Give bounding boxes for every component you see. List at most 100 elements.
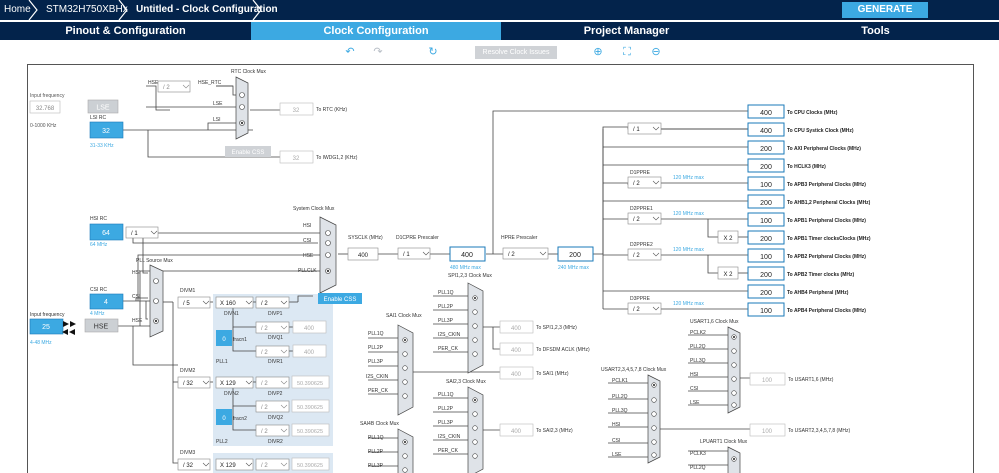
divr2-value: / 2 (261, 429, 268, 435)
d1cpre-value: / 1 (403, 252, 410, 258)
spi123-input-label: PLL1Q (438, 290, 454, 296)
apb1-timer-label: To APB1 Timer clocksClocks (MHz) (787, 236, 871, 242)
usart16-clock-mux[interactable] (727, 326, 741, 414)
fit-to-screen-icon[interactable]: ⛶ (621, 46, 633, 58)
spi123-input-label: PLL2P (438, 304, 454, 310)
usart2-radio[interactable] (651, 439, 657, 445)
usart2-input-label: LSE (612, 452, 622, 458)
sai1-radio[interactable] (402, 379, 408, 385)
breadcrumb-home[interactable]: Home (4, 0, 31, 20)
input-frequency-bottom-label: Input frequency (30, 312, 65, 318)
sai23-radio[interactable] (472, 411, 478, 417)
divr1-output-value: 400 (304, 350, 315, 356)
sysmux-radio[interactable] (325, 230, 331, 236)
divp1-value: / 2 (261, 301, 268, 307)
breadcrumb-mcu[interactable]: STM32H750XBHx (46, 0, 128, 20)
usart2-radio[interactable] (651, 425, 657, 431)
divp1-label: DIVP1 (268, 311, 283, 317)
divr1-label: DIVR1 (268, 359, 283, 365)
pllsrc-radio[interactable] (153, 298, 159, 304)
sai23-output-value: 400 (511, 429, 522, 435)
usart2-radio[interactable] (651, 397, 657, 403)
spi123-radio[interactable] (472, 309, 478, 315)
spi123-output-value: 400 (511, 326, 522, 332)
divq2-value: / 2 (261, 405, 268, 411)
spi123-radio[interactable] (472, 323, 478, 329)
divp2-output-value: 50.390625 (297, 381, 323, 387)
sai1-radio[interactable] (402, 365, 408, 371)
sai4b-selected-dot (403, 440, 407, 444)
zoom-in-icon[interactable]: ⊕ (592, 46, 604, 58)
sai23-radio[interactable] (472, 425, 478, 431)
usart2-radio[interactable] (651, 452, 657, 458)
divm2-label: DIVM2 (180, 368, 196, 374)
cpu-clocks-label: To CPU Clocks (MHz) (787, 110, 838, 116)
pll-source-mux-title: PLL Source Mux (136, 258, 173, 264)
apb2-timer-value: 200 (760, 272, 772, 279)
spi123-mux-title: SPI1,2,3 Clock Mux (448, 273, 492, 279)
tab-tools[interactable]: Tools (752, 22, 999, 40)
sai1-radio[interactable] (402, 351, 408, 357)
pllsrc-selected-dot (154, 319, 158, 323)
usart2-inputs: PCLK1 PLL2Q PLL3Q HSI CSI LSE (612, 378, 628, 458)
fracn1-label: fracn1 (233, 337, 247, 343)
sai4b-radio[interactable] (402, 453, 408, 459)
usart16-radio[interactable] (731, 362, 737, 368)
iwdg-output-label: To IWDG1,2 (KHz) (316, 155, 358, 161)
lsi-range: 31-33 KHz (90, 143, 114, 149)
chevron-right-icon (28, 0, 38, 20)
lpuart-input-label: PCLK3 (690, 451, 706, 457)
systick-value: 400 (760, 128, 772, 135)
usart16-radio[interactable] (731, 390, 737, 396)
usart16-radio[interactable] (731, 348, 737, 354)
sysmux-radio[interactable] (325, 252, 331, 258)
hpre-value: / 2 (508, 252, 515, 258)
usart16-output-value: 100 (762, 378, 773, 384)
pllsrc-radio[interactable] (153, 278, 159, 284)
usart2-output-label: To USART2,3,4,5,7,8 (MHz) (788, 428, 850, 434)
rtc-hse-rtc-label: HSE_RTC (198, 80, 222, 86)
spi123-input-label: PER_CK (438, 346, 459, 352)
pllsrc-hsi-label: HSI (132, 270, 140, 276)
undo-icon[interactable]: ↶ (344, 46, 356, 58)
sai4b-radio[interactable] (402, 467, 408, 473)
sysmux-radio[interactable] (325, 240, 331, 246)
usart2-radio[interactable] (651, 411, 657, 417)
rtc-mux-radio[interactable] (239, 104, 245, 110)
d2ppre1-label: D2PPRE1 (630, 206, 653, 212)
sysmux-pllclk-label: PLLCLK (298, 268, 317, 274)
spi123-radio[interactable] (472, 351, 478, 357)
spi123-radio[interactable] (472, 337, 478, 343)
sai1-radio[interactable] (402, 393, 408, 399)
sai4b-clock-mux[interactable] (397, 428, 414, 473)
usart2-mux-title: USART2,3,4,5,7,8 Clock Mux (601, 367, 667, 373)
divm1-value: / 5 (183, 301, 190, 307)
spi123-inputs: PLL1Q PLL2P PLL3P I2S_CKIN PER_CK (438, 290, 461, 352)
d1ppre-value: / 2 (633, 181, 640, 187)
usart2-clock-mux[interactable] (647, 374, 661, 464)
usart16-radio[interactable] (731, 402, 737, 408)
top-bar: Home STM32H750XBHx Untitled - Clock Conf… (0, 0, 999, 31)
tab-clock-configuration[interactable]: Clock Configuration (251, 22, 501, 40)
refresh-icon[interactable]: ↻ (427, 46, 439, 58)
sai23-radio[interactable] (472, 453, 478, 459)
apb4-label: To APB4 Peripheral Clocks (MHz) (787, 308, 866, 314)
rtc-mux-radio[interactable] (239, 92, 245, 98)
cpu-clocks-value: 400 (760, 110, 772, 117)
usart2-input-label: PLL2Q (612, 394, 628, 400)
divm3-label: DIVM3 (180, 450, 196, 456)
resolve-clock-issues-button[interactable]: Resolve Clock Issues (475, 46, 557, 59)
zoom-out-icon[interactable]: ⊖ (650, 46, 662, 58)
redo-icon[interactable]: ↷ (372, 46, 384, 58)
apb2-label: To APB2 Peripheral Clocks (MHz) (787, 254, 866, 260)
pllsrc-csi-label: CSI (132, 294, 140, 300)
pll2-label: PLL2 (216, 439, 228, 445)
tab-project-manager[interactable]: Project Manager (501, 22, 752, 40)
generate-code-button[interactable]: GENERATE CODE (842, 2, 928, 31)
rtc-lsi-label: LSI (213, 117, 221, 123)
sai23-radio[interactable] (472, 439, 478, 445)
usart16-radio[interactable] (731, 376, 737, 382)
cpu-clock-value: 400 (461, 252, 473, 259)
tab-pinout-configuration[interactable]: Pinout & Configuration (0, 22, 251, 40)
divq2-label: DIVQ2 (268, 415, 283, 421)
